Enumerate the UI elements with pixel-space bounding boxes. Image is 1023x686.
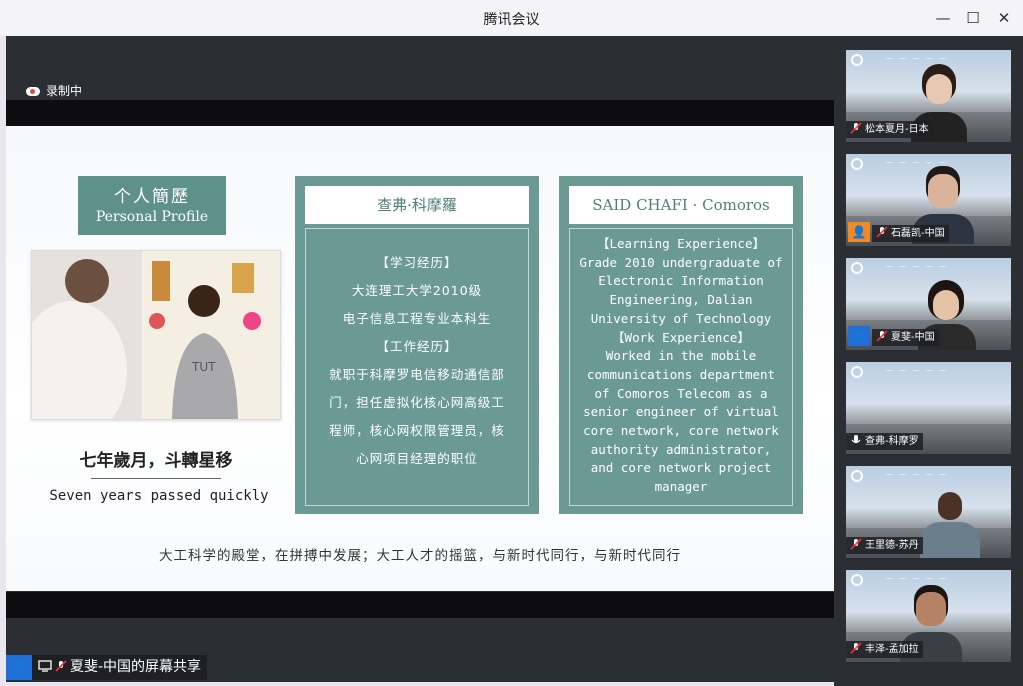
participant-name-tag: 丰泽-孟加拉: [846, 641, 923, 658]
school-logo-icon: [851, 158, 863, 170]
card-cn-frame: 【学习经历】 大连理工大学2010级 电子信息工程专业本科生 【工作经历】 就职…: [305, 228, 529, 506]
participant-name-tag: 松本夏月-日本: [846, 121, 933, 138]
mic-muted-icon: [55, 660, 67, 672]
profile-photo: TUT: [31, 250, 281, 420]
card-cn-work-heading: 【工作经历】: [376, 339, 458, 354]
mic-muted-icon: [876, 226, 888, 238]
maximize-icon[interactable]: ☐: [963, 8, 983, 28]
profile-card-cn: 查弗·科摩羅 【学习经历】 大连理工大学2010级 电子信息工程专业本科生 【工…: [295, 176, 539, 514]
participant-name: 松本夏月-日本: [865, 124, 929, 135]
card-en-edu-heading: 【Learning Experience】: [597, 236, 765, 251]
card-en-edu-line: Engineering, Dalian: [609, 292, 753, 308]
user-icon: 👤: [848, 222, 870, 242]
window-title: 腾讯会议: [483, 12, 540, 28]
profile-title-box: 个人簡歷 Personal Profile: [78, 176, 226, 235]
participant-tile[interactable]: — — — — — 👤 石磊凯-中国: [846, 154, 1011, 246]
card-en-work-line: and core network project: [590, 460, 772, 476]
card-en-name: SAID CHAFI · Comoros: [569, 186, 793, 224]
mic-muted-icon: [876, 330, 888, 342]
motto-divider: [91, 478, 221, 479]
participant-name: 查弗-科摩罗: [865, 436, 919, 447]
card-en-work-line: of Comoros Telecom as a: [594, 385, 768, 401]
participant-video: [918, 488, 982, 558]
participant-tile[interactable]: — — — — — 松本夏月-日本: [846, 50, 1011, 142]
card-en-frame: 【Learning Experience】 Grade 2010 undergr…: [569, 228, 793, 506]
school-logo-icon: [851, 262, 863, 274]
card-en-edu-line: University of Technology: [590, 310, 772, 326]
motto-cn: 七年歲月，斗轉星移: [79, 451, 233, 471]
banner-decoration: — — — — —: [886, 54, 948, 62]
screen-share-icon: [38, 660, 52, 672]
banner-decoration: — — — — —: [886, 158, 948, 166]
participant-tile[interactable]: — — — — — 👤 夏斐-中国: [846, 258, 1011, 350]
participant-name-tag: 查弗-科摩罗: [846, 433, 923, 450]
recording-indicator[interactable]: 录制中: [26, 82, 82, 99]
card-en-work-line: senior engineer of virtual: [583, 404, 779, 420]
banner-decoration: — — — — —: [886, 470, 948, 478]
participant-name-tag: 王里德-苏丹: [846, 537, 923, 554]
profile-card-en: SAID CHAFI · Comoros 【Learning Experienc…: [559, 176, 803, 514]
card-en-edu-line: Electronic Information: [598, 273, 764, 289]
svg-text:TUT: TUT: [191, 360, 216, 374]
participant-tile[interactable]: — — — — — 王里德-苏丹: [846, 466, 1011, 558]
card-cn-name: 查弗·科摩羅: [305, 186, 529, 224]
school-logo-icon: [851, 574, 863, 586]
participant-tile[interactable]: — — — — — 丰泽-孟加拉: [846, 570, 1011, 662]
letterbox-bottom: [6, 592, 834, 618]
participant-name-tag: 石磊凯-中国: [872, 225, 949, 242]
card-en-edu-line: Grade 2010 undergraduate of: [579, 254, 783, 270]
participant-panel: — — — — — 松本夏月-日本 — — — — — 👤 石磊凯-中国 — —…: [834, 36, 1023, 686]
mic-muted-icon: [850, 642, 862, 654]
card-cn-work-line: 就职于科摩罗电信移动通信部: [329, 367, 505, 382]
school-logo-icon: [851, 470, 863, 482]
shared-screen-area: 录制中 个人簡歷 Personal Profile TUT 七年歲月，斗轉星移 …: [6, 36, 834, 682]
participant-name: 石磊凯-中国: [891, 228, 945, 239]
user-icon: 👤: [848, 326, 870, 346]
participant-name-tag: 夏斐-中国: [872, 329, 939, 346]
school-logo-icon: [851, 54, 863, 66]
card-en-work-line: authority administrator,: [590, 441, 772, 457]
title-bar: 腾讯会议 — ☐ ✕: [0, 0, 1023, 36]
banner-decoration: — — — — —: [886, 574, 948, 582]
card-cn-edu-line: 大连理工大学2010级: [351, 283, 483, 298]
card-cn-work-line: 门，担任虚拟化核心网高级工: [329, 395, 505, 410]
presentation-slide: 个人簡歷 Personal Profile TUT 七年歲月，斗轉星移 Seve…: [6, 126, 834, 591]
slide-footer-text: 大工科学的殿堂，在拼搏中发展；大工人才的摇篮，与新时代同行，与新时代同行: [159, 548, 681, 564]
card-en-work-line: Worked in the mobile: [605, 348, 757, 364]
letterbox-top: [6, 100, 834, 126]
participant-tile[interactable]: — — — — — 查弗-科摩罗: [846, 362, 1011, 454]
minimize-icon[interactable]: —: [933, 8, 953, 28]
banner-decoration: — — — — —: [886, 262, 948, 270]
mic-muted-icon: [850, 538, 862, 550]
participant-name: 夏斐-中国: [891, 332, 935, 343]
recording-label: 录制中: [46, 84, 83, 98]
profile-title-cn: 个人簡歷: [114, 187, 190, 207]
card-en-work-heading: 【Work Experience】: [612, 329, 750, 345]
banner-decoration: — — — — —: [886, 366, 948, 374]
card-en-work-line: core network, core network: [583, 423, 779, 439]
user-icon: 👤: [6, 655, 32, 680]
participant-name: 丰泽-孟加拉: [865, 644, 919, 655]
card-cn-work-line: 程师，核心网权限管理员，核: [329, 423, 505, 438]
participant-name: 王里德-苏丹: [865, 540, 919, 551]
card-en-work-line: manager: [654, 479, 708, 495]
profile-title-en: Personal Profile: [95, 209, 209, 225]
screen-share-bar[interactable]: 👤 夏斐-中国的屏幕共享: [6, 655, 208, 680]
card-cn-edu-heading: 【学习经历】: [376, 255, 458, 270]
school-logo-icon: [851, 366, 863, 378]
share-bar-label: 夏斐-中国的屏幕共享: [70, 659, 202, 675]
cloud-record-icon: [26, 87, 40, 96]
motto-en: Seven years passed quickly: [49, 488, 269, 504]
card-cn-work-line: 心网项目经理的职位: [356, 451, 478, 466]
mic-icon: [851, 435, 861, 444]
card-cn-edu-line: 电子信息工程专业本科生: [342, 311, 492, 326]
card-en-work-line: communications department: [586, 366, 776, 382]
close-icon[interactable]: ✕: [994, 8, 1014, 28]
mic-muted-icon: [850, 122, 862, 134]
